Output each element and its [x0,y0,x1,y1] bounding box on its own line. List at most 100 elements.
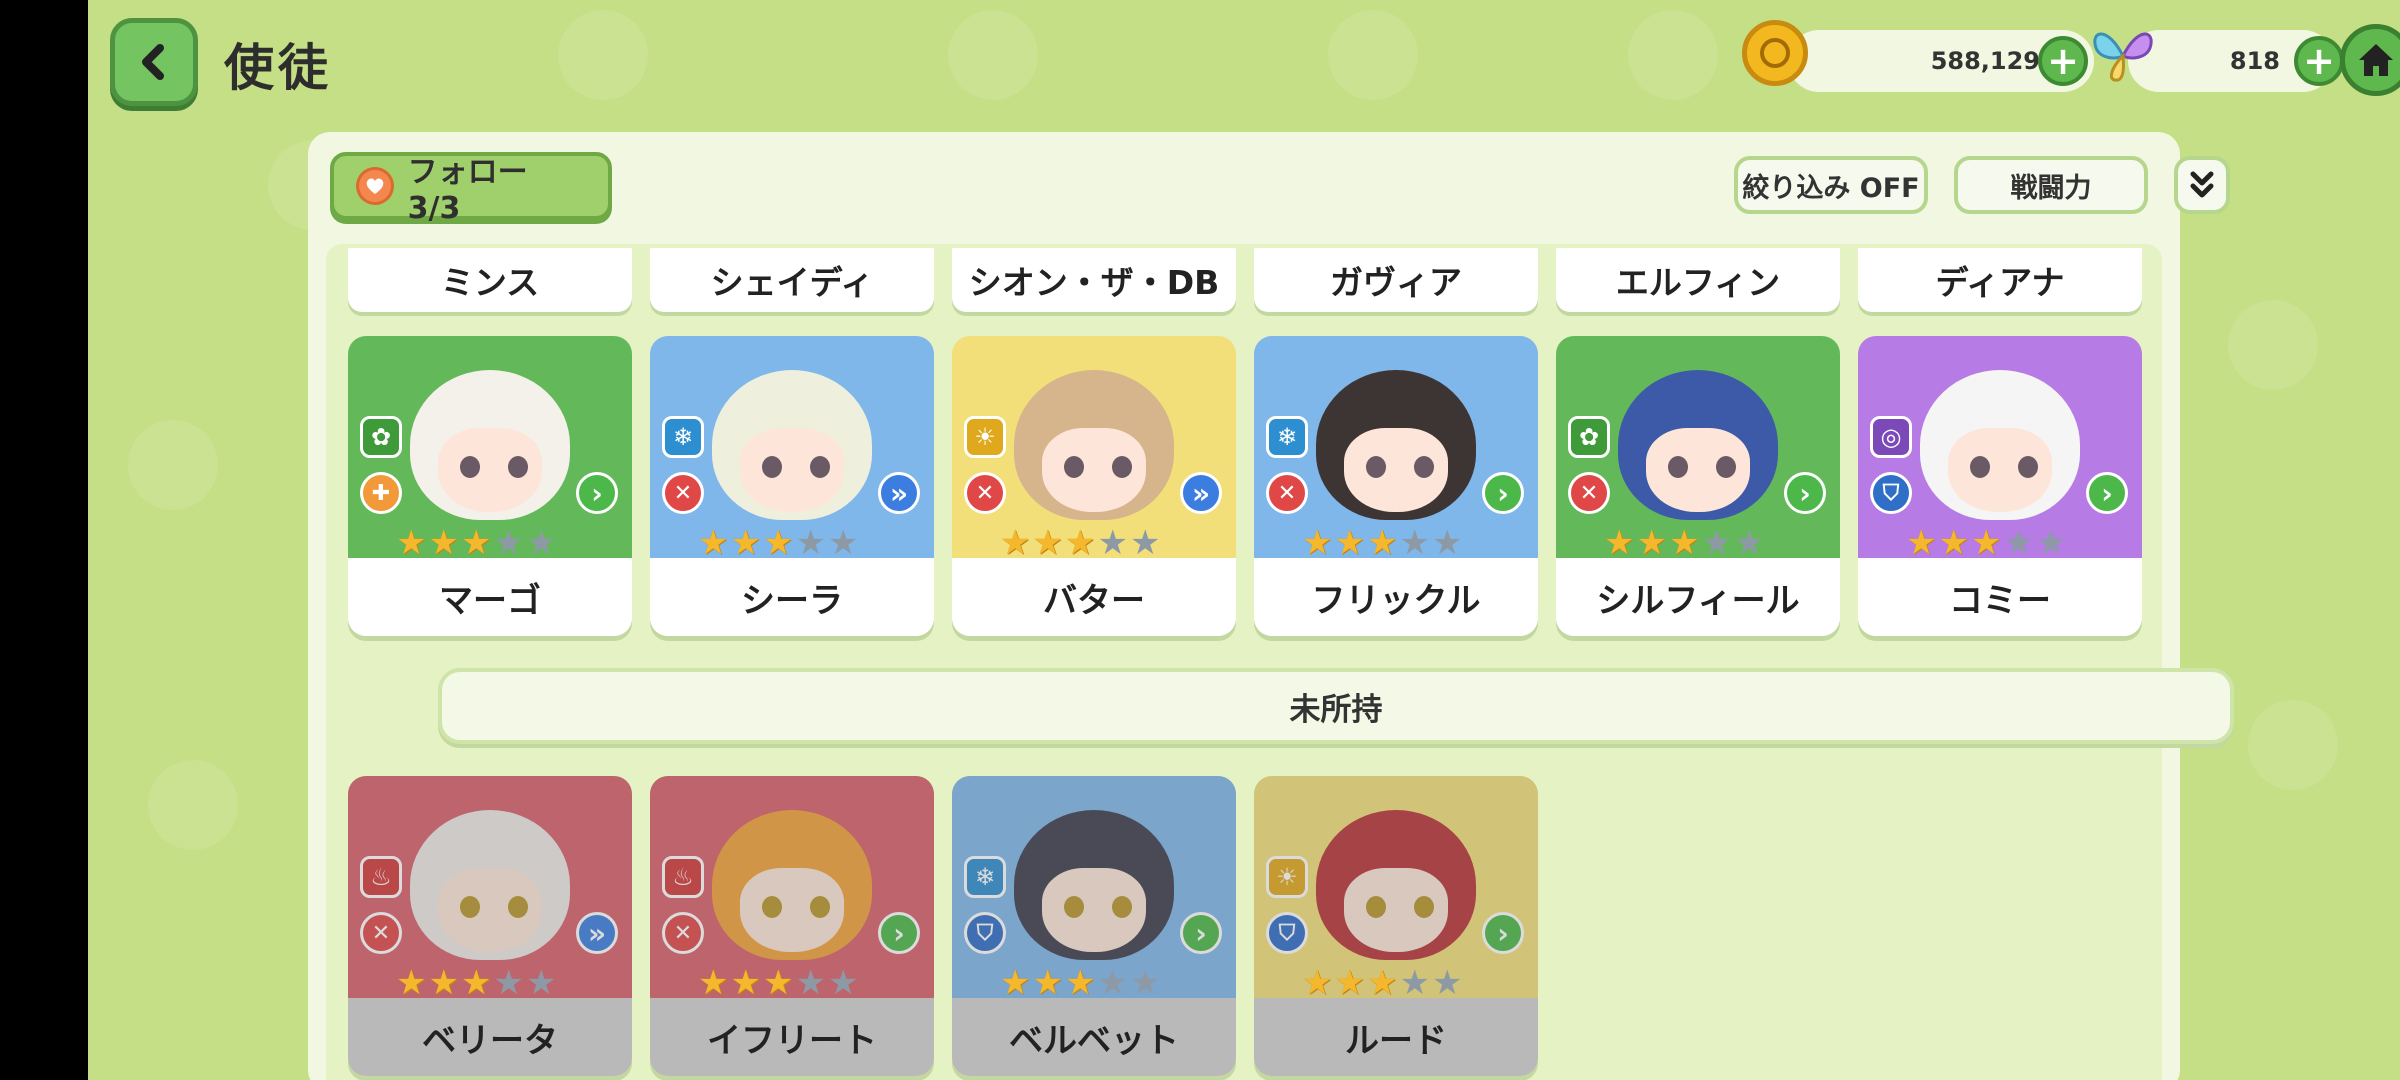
star-filled-icon: ★ [1334,963,1365,1003]
apostle-card[interactable]: ✿ ✚ › ★ ★ ★ ★ ★ マーゴ [348,336,632,636]
home-icon [2359,44,2393,76]
sort-button[interactable]: 戦闘力 [1954,156,2148,214]
chevron-left-icon [142,44,164,80]
apostle-name: シェイディ [710,263,874,302]
sort-order-button[interactable] [2174,156,2230,214]
heart-icon [356,167,394,205]
character-eye [1064,896,1084,918]
star-filled-icon: ★ [762,963,794,1003]
gold-add-button[interactable]: + [2038,36,2088,86]
character-eye [810,896,830,918]
star-filled-icon: ★ [1366,963,1398,1003]
element-nature-icon: ✿ [1568,416,1610,458]
star-empty-icon: ★ [827,963,859,1003]
role-tank-icon: ⛉ [1266,912,1308,954]
gem-add-button[interactable]: + [2294,36,2344,86]
attack-melee-icon: › [2086,472,2128,514]
apostle-card[interactable]: ❄ ⛉ › ★ ★ ★ ★ ★ ベルベット [952,776,1236,1076]
role-healer-icon: ✚ [360,472,402,514]
apostle-card-partial[interactable]: ガヴィア [1254,248,1538,312]
apostle-card-partial[interactable]: ディアナ [1858,248,2142,312]
attack-ranged-icon: » [1180,472,1222,514]
follow-button[interactable]: フォロー 3/3 [330,152,612,226]
star-filled-icon: ★ [1000,963,1031,1003]
character-eye [1668,456,1688,478]
star-empty-icon: ★ [1129,963,1161,1003]
element-nature-icon: ✿ [360,416,402,458]
apostle-name: ベリータ [348,998,632,1076]
character-eye [762,896,782,918]
star-filled-icon: ★ [1334,523,1365,563]
element-water-icon: ❄ [1266,416,1308,458]
unowned-section-header: 未所持 [438,668,2234,744]
star-empty-icon: ★ [1431,523,1463,563]
attack-melee-icon: › [576,472,618,514]
star-empty-icon: ★ [827,523,859,563]
apostle-card[interactable]: ☀ ✕» ★ ★ ★ ★ ★ バター [952,336,1236,636]
star-filled-icon: ★ [1064,523,1096,563]
character-face [1344,868,1448,952]
apostle-name: フリックル [1254,558,1538,636]
filter-label: 絞り込み OFF [1742,172,1920,204]
star-empty-icon: ★ [1701,523,1732,563]
character-eye [460,456,480,478]
character-eye [1112,896,1132,918]
star-filled-icon: ★ [1906,523,1937,563]
element-light-icon: ☀ [1266,856,1308,898]
star-filled-icon: ★ [762,523,794,563]
star-empty-icon: ★ [2035,523,2067,563]
apostle-card-partial[interactable]: エルフィン [1556,248,1840,312]
character-eye [1366,896,1386,918]
apostle-card-partial[interactable]: シェイディ [650,248,934,312]
star-filled-icon: ★ [1366,523,1398,563]
element-fire-icon: ♨ [360,856,402,898]
follow-label: フォロー 3/3 [407,154,558,226]
apostle-name: イフリート [650,998,934,1076]
element-void-icon: ◎ [1870,416,1912,458]
filter-button[interactable]: 絞り込み OFF [1734,156,1928,214]
character-face [740,868,844,952]
element-light-icon: ☀ [964,416,1006,458]
apostle-card[interactable]: ☀ ⛉ › ★ ★ ★ ★ ★ ルード [1254,776,1538,1076]
star-filled-icon: ★ [1604,523,1635,563]
star-rating: ★ ★ ★ ★ ★ [1302,526,1462,560]
gem-amount: 818 [2229,47,2280,75]
apostle-card[interactable]: ♨ ✕ › ★ ★ ★ ★ ★ イフリート [650,776,934,1076]
apostle-card[interactable]: ✿ ✕ › ★ ★ ★ ★ ★ シルフィール [1556,336,1840,636]
star-filled-icon: ★ [1636,523,1667,563]
character-eye [810,456,830,478]
star-empty-icon: ★ [1733,523,1765,563]
apostle-card-partial[interactable]: ミンス [348,248,632,312]
star-empty-icon: ★ [795,523,826,563]
star-rating: ★ ★ ★ ★ ★ [1604,526,1764,560]
apostle-card[interactable]: ❄ ✕» ★ ★ ★ ★ ★ シーラ [650,336,934,636]
star-empty-icon: ★ [525,523,557,563]
double-chevron-down-icon [2190,171,2214,198]
page-title: 使徒 [224,39,332,97]
apostle-card[interactable]: ❄ ✕ › ★ ★ ★ ★ ★ フリックル [1254,336,1538,636]
character-eye [1716,456,1736,478]
element-fire-icon: ♨ [662,856,704,898]
attack-melee-icon: › [1482,912,1524,954]
role-attacker-icon: ✕ [662,472,704,514]
character-eye [1414,456,1434,478]
star-filled-icon: ★ [698,963,729,1003]
apostle-card[interactable]: ♨ ✕» ★ ★ ★ ★ ★ ベリータ [348,776,632,1076]
home-button[interactable] [2340,24,2400,96]
role-attacker-icon: ✕ [1266,472,1308,514]
star-filled-icon: ★ [396,963,427,1003]
apostle-card-partial[interactable]: シオン・ザ・DB [952,248,1236,312]
star-empty-icon: ★ [1399,523,1430,563]
character-eye [1112,456,1132,478]
back-button[interactable] [110,18,198,106]
apostle-name: ディアナ [1935,263,2065,302]
apostle-card[interactable]: ◎ ⛉ › ★ ★ ★ ★ ★ コミー [1858,336,2142,636]
apostle-name: バター [952,558,1236,636]
star-rating: ★ ★ ★ ★ ★ [698,526,858,560]
star-rating: ★ ★ ★ ★ ★ [396,526,556,560]
star-filled-icon: ★ [1302,523,1333,563]
apostle-name: ミンス [440,263,540,302]
star-empty-icon: ★ [795,963,826,1003]
star-empty-icon: ★ [2003,523,2034,563]
role-tank-icon: ⛉ [1870,472,1912,514]
